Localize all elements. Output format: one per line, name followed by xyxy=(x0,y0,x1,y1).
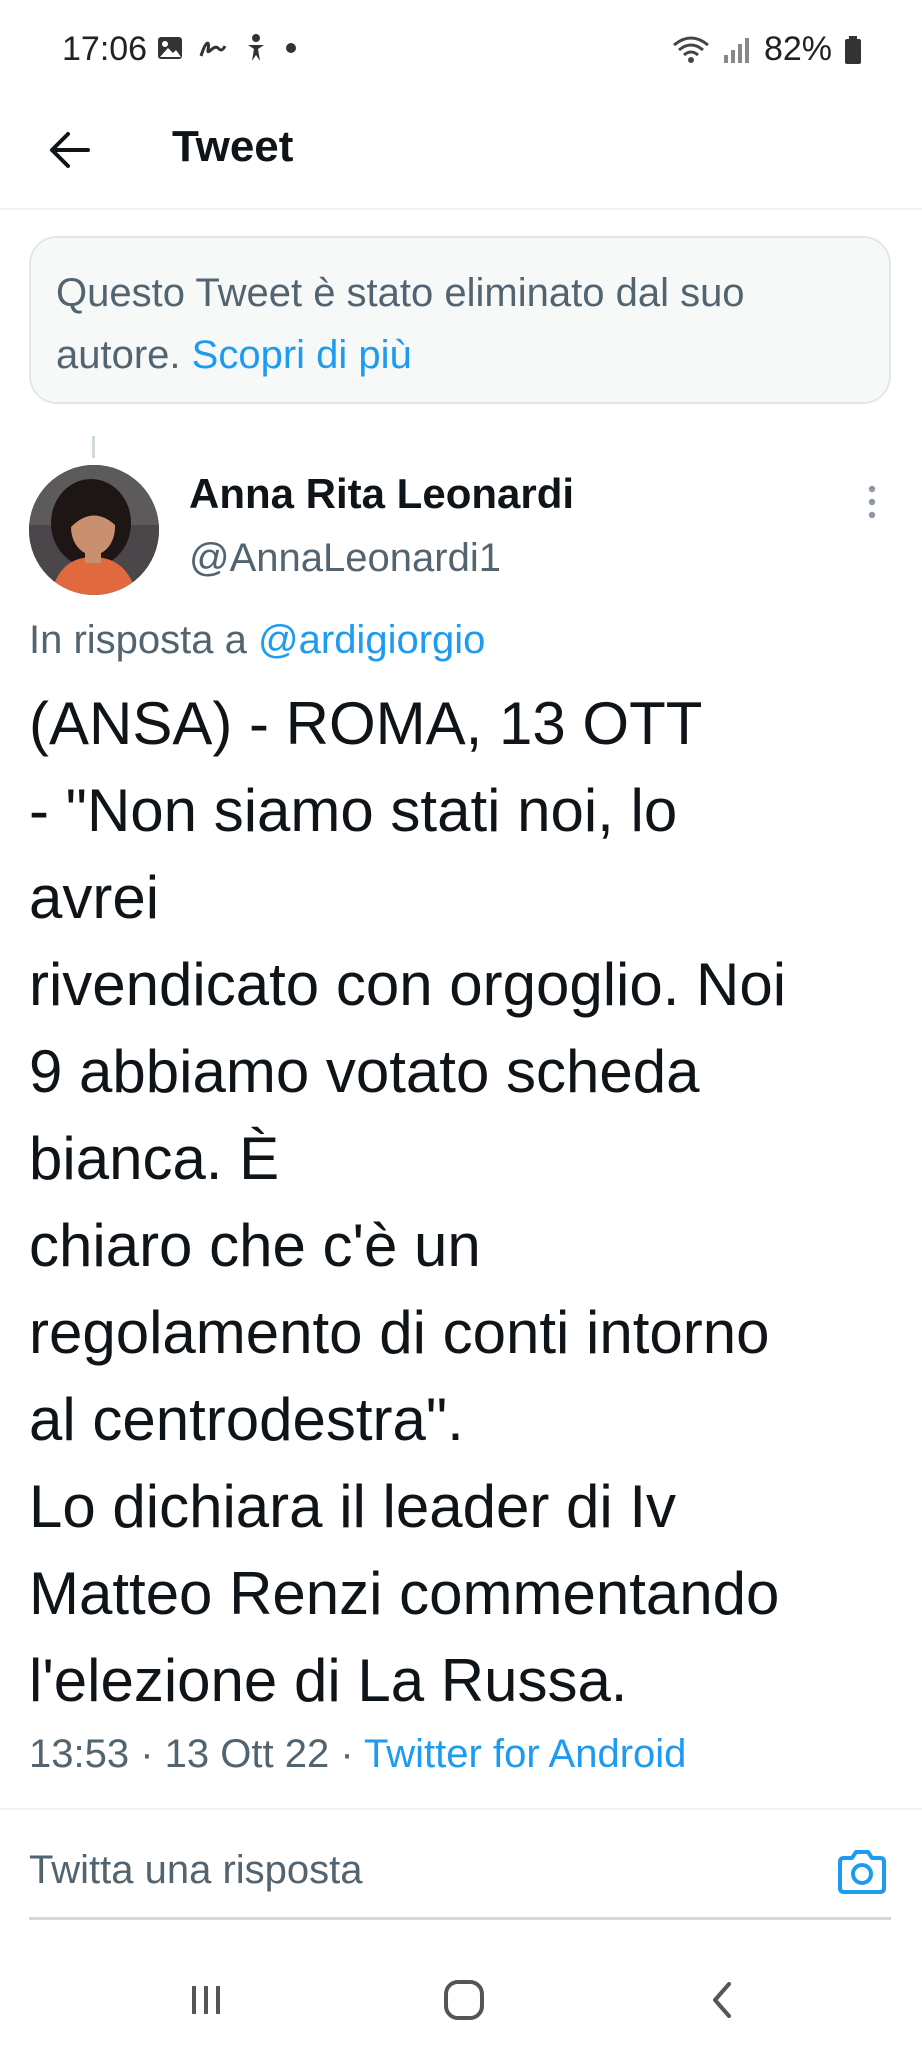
wifi-icon xyxy=(672,36,709,63)
system-back-button[interactable] xyxy=(692,1970,752,2030)
author-name[interactable]: Anna Rita Leonardi xyxy=(189,470,574,518)
back-button[interactable] xyxy=(40,120,100,180)
tweet-text: (ANSA) - ROMA, 13 OTT - "Non siamo stati… xyxy=(29,690,787,1714)
learn-more-link[interactable]: Scopri di più xyxy=(192,333,412,377)
reply-input[interactable]: Twitta una risposta xyxy=(29,1848,363,1893)
tweet-source-link[interactable]: Twitter for Android xyxy=(364,1732,686,1776)
header: Tweet xyxy=(0,100,922,210)
status-time: 17:06 xyxy=(62,30,148,68)
reply-to-handle-link[interactable]: @ardigiorgio xyxy=(258,618,485,662)
dot-icon xyxy=(286,43,296,53)
battery-percent: 82% xyxy=(763,30,832,68)
reply-prefix: In risposta a xyxy=(29,618,259,662)
more-vertical-icon xyxy=(868,485,876,519)
status-right: 82% xyxy=(672,30,862,69)
camera-button[interactable] xyxy=(834,1844,890,1900)
home-button[interactable] xyxy=(434,1970,494,2030)
accessibility-icon xyxy=(248,34,264,61)
reply-underline xyxy=(29,1917,891,1920)
battery-icon xyxy=(845,35,861,64)
camera-icon xyxy=(838,1850,886,1894)
reply-context: In risposta a @ardigiorgio xyxy=(29,618,485,663)
deleted-tweet-notice: Questo Tweet è stato eliminato dal suo a… xyxy=(29,236,891,404)
recent-apps-button[interactable] xyxy=(176,1970,236,2030)
page-title: Tweet xyxy=(172,122,294,171)
thread-connector xyxy=(92,436,95,458)
arrow-left-icon xyxy=(50,132,90,168)
gallery-icon xyxy=(158,37,182,59)
deleted-notice-text: Questo Tweet è stato eliminato dal suo a… xyxy=(56,262,866,386)
home-icon xyxy=(444,1980,484,2020)
avatar-image xyxy=(29,465,159,595)
tweet-meta: 13:53 · 13 Ott 22 · Twitter for Android xyxy=(29,1732,687,1776)
tweet-date: 13 Ott 22 xyxy=(164,1732,330,1776)
status-bar: 17:06 82% xyxy=(0,0,922,100)
tweet-time: 13:53 xyxy=(29,1732,130,1776)
signal-icon xyxy=(723,37,749,63)
chevron-left-icon xyxy=(713,1982,731,2018)
author-handle[interactable]: @AnnaLeonardi1 xyxy=(189,536,501,581)
more-options-button[interactable] xyxy=(860,484,884,520)
signature-icon xyxy=(199,41,227,57)
avatar[interactable] xyxy=(29,465,159,595)
recent-apps-icon xyxy=(192,1986,220,2014)
system-nav-bar xyxy=(0,1940,922,2048)
notification-icons xyxy=(156,33,298,63)
divider xyxy=(0,1808,922,1810)
